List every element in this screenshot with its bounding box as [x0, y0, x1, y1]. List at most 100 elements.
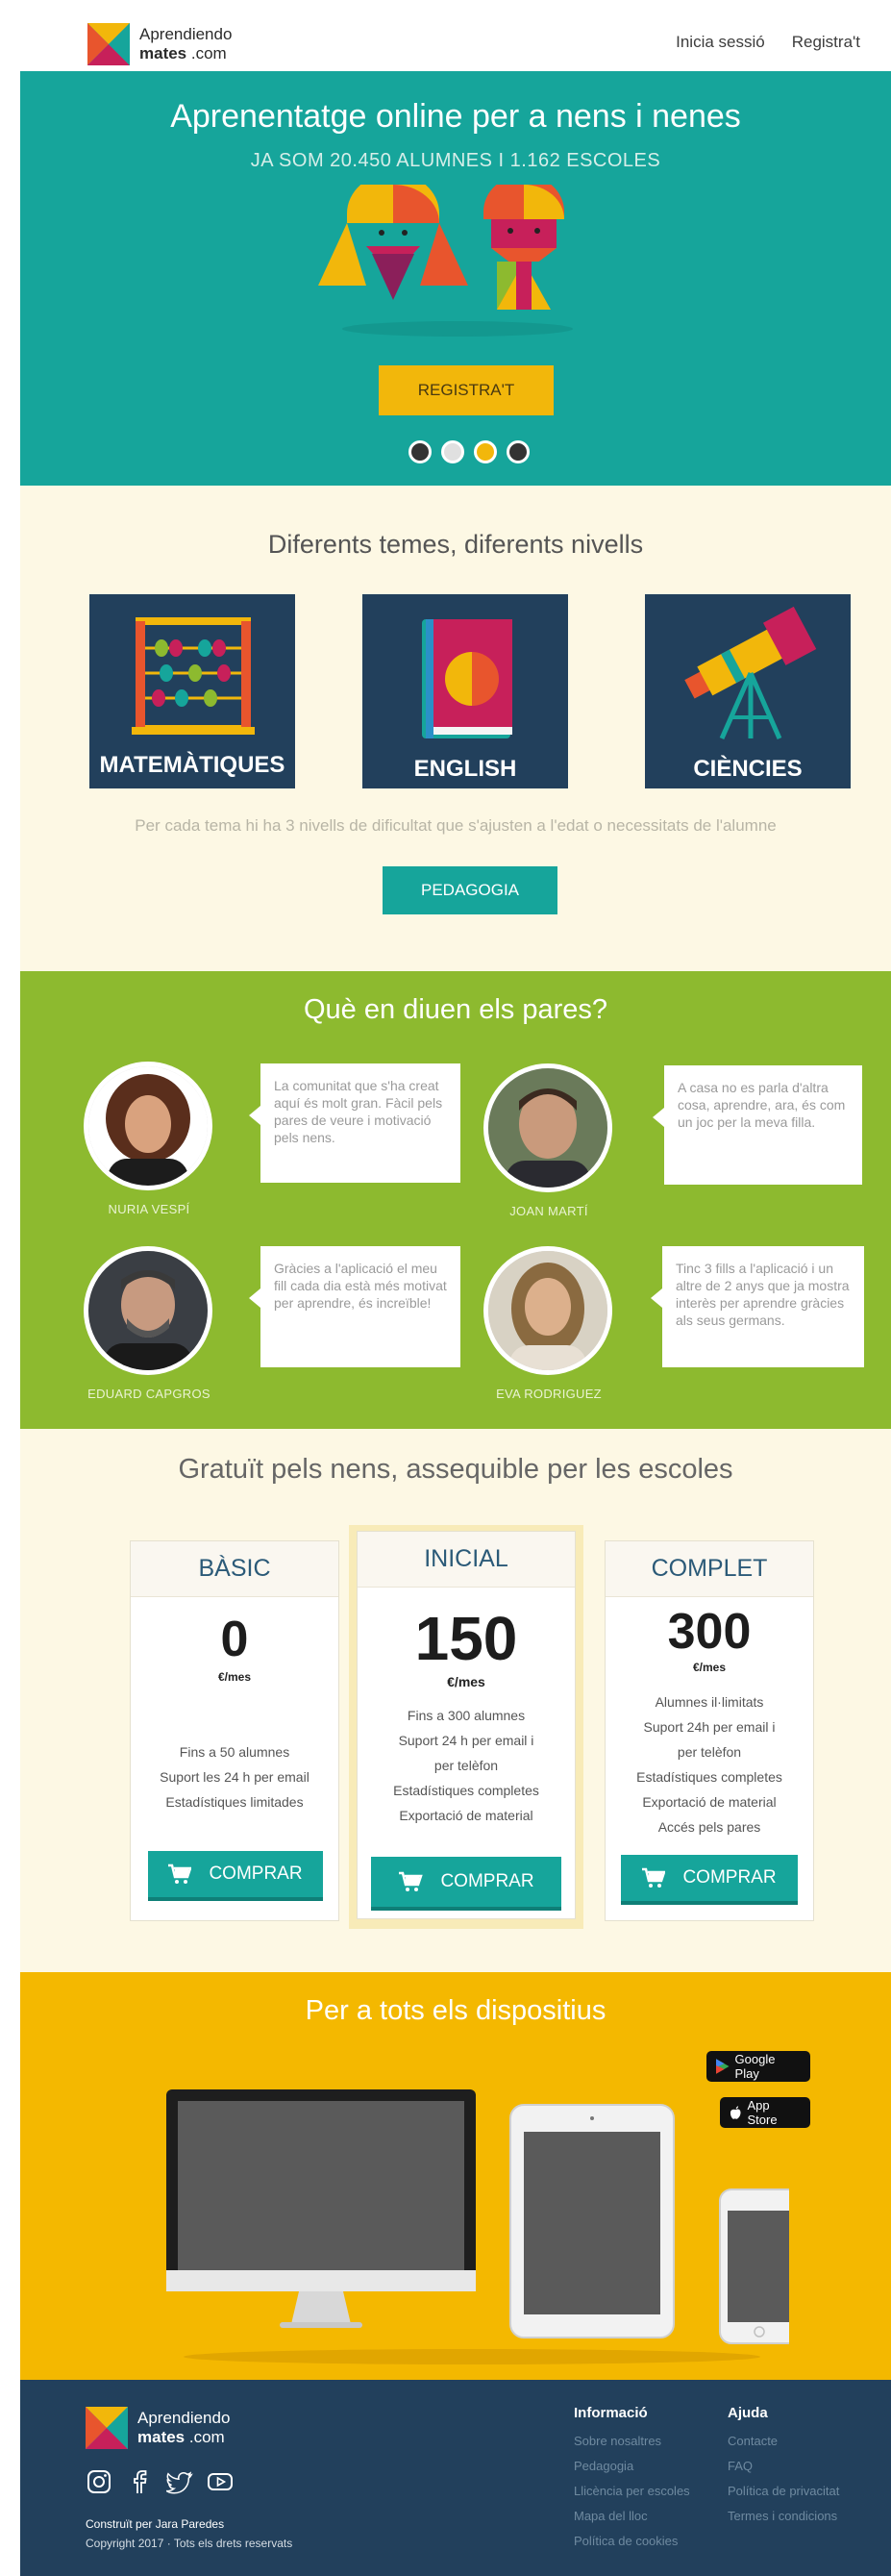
- plan-feature: Estadístiques completes: [393, 1783, 539, 1798]
- telescope-icon: [684, 606, 817, 740]
- plan-price-initial: 150: [414, 1604, 518, 1673]
- carousel-dot-3[interactable]: [474, 440, 497, 463]
- buy-button-complete[interactable]: COMPRAR: [621, 1855, 798, 1905]
- plan-feature: Alumnes il·limitats: [655, 1694, 764, 1710]
- topic-label-science: CIÈNCIES: [693, 756, 803, 782]
- parent-name-3: EDUARD CAPGROS: [87, 1387, 210, 1401]
- social-links: [86, 2468, 234, 2495]
- footer-link-cookies[interactable]: Política de cookies: [574, 2529, 690, 2554]
- plan-name-basic: BÀSIC: [198, 1555, 271, 1582]
- plan-feature: Estadístiques completes: [636, 1769, 782, 1785]
- plan-price-basic: 0: [220, 1612, 249, 1667]
- footer-logo-text: Aprendiendo mates .com: [137, 2409, 230, 2447]
- person-photo-icon: [88, 1066, 208, 1186]
- testimonial-bubble-3: Gràcies a l'aplicació el meu fill cada d…: [249, 1246, 460, 1367]
- plan-card-initial: INICIAL 150 €/mes Fins a 300 alumnes Sup…: [357, 1531, 576, 1919]
- youtube-icon[interactable]: [207, 2468, 234, 2495]
- top-nav: Inicia sessió Registra't: [676, 33, 860, 52]
- topics-title: Diferents temes, diferents nivells: [267, 530, 644, 559]
- plan-feature: Accés pels pares: [657, 1819, 761, 1835]
- plan-unit-basic: €/mes: [217, 1670, 252, 1684]
- plan-features-initial: Fins a 300 alumnes Suport 24 h per email…: [358, 1703, 575, 1828]
- plan-feature: Exportació de material: [399, 1808, 533, 1823]
- footer-link-terms[interactable]: Termes i condicions: [728, 2504, 839, 2529]
- topics-section: Diferents temes, diferents nivells MATEM…: [20, 486, 891, 971]
- facebook-icon[interactable]: [126, 2468, 153, 2495]
- buy-button-basic[interactable]: COMPRAR: [148, 1851, 323, 1901]
- plan-features-basic: Fins a 50 alumnes Suport les 24 h per em…: [131, 1739, 338, 1814]
- instagram-icon[interactable]: [86, 2468, 112, 2495]
- site-logo[interactable]: Aprendiendo mates .com: [87, 23, 232, 65]
- hero-subtitle: JA SOM 20.450 ALUMNES I 1.162 ESCOLES: [250, 150, 661, 171]
- brand-line1: Aprendiendo: [139, 25, 233, 43]
- google-play-icon: [716, 2059, 730, 2074]
- topic-card-maths[interactable]: MATEMÀTIQUES: [89, 594, 295, 788]
- footer-link-faq[interactable]: FAQ: [728, 2454, 839, 2479]
- footer-link-school-license[interactable]: Llicència per escoles: [574, 2479, 690, 2504]
- testimonial-bubble-4: Tinc 3 fills a l'aplicació i un altre de…: [651, 1246, 864, 1367]
- avatar-eva: [483, 1246, 612, 1375]
- avatar-eduard: [84, 1246, 212, 1375]
- topics-description: Per cada tema hi ha 3 nivells de dificul…: [135, 816, 777, 835]
- brand-bold: mates: [139, 44, 187, 63]
- testimonials-section: Què en diuen els pares? NURIA VESPÍ La c…: [20, 971, 891, 1429]
- testimonial-bubble-2: A casa no es parla d'altra cosa, aprendr…: [653, 1065, 862, 1185]
- testimonial-bubble-1: La comunitat que s'ha creat aquí és molt…: [249, 1063, 460, 1183]
- footer-link-privacy[interactable]: Política de privacitat: [728, 2479, 839, 2504]
- person-photo-icon: [88, 1251, 208, 1370]
- plan-name-complete: COMPLET: [651, 1555, 768, 1582]
- footer-link-about[interactable]: Sobre nosaltres: [574, 2429, 690, 2454]
- header: Aprendiendo mates .com Inicia sessió Reg…: [20, 0, 891, 71]
- plan-features-complete: Alumnes il·limitats Suport 24h per email…: [606, 1689, 813, 1839]
- footer-help-column: Ajuda Contacte FAQ Política de privacita…: [728, 2405, 839, 2529]
- carousel-dots: [408, 440, 530, 463]
- devices-illustration-icon: [166, 2089, 789, 2364]
- plan-feature: Suport 24h per email i: [643, 1719, 776, 1735]
- footer-brand-line1: Aprendiendo: [137, 2409, 231, 2427]
- topic-card-science[interactable]: CIÈNCIES: [645, 594, 851, 788]
- buy-label: COMPRAR: [209, 1863, 303, 1884]
- cart-icon: [642, 1867, 666, 1888]
- kids-illustration-icon: [318, 185, 573, 337]
- avatar-nuria: [84, 1062, 212, 1190]
- twitter-icon[interactable]: [165, 2468, 193, 2495]
- plan-feature: Exportació de material: [642, 1794, 777, 1810]
- plan-name-initial: INICIAL: [424, 1545, 508, 1572]
- plan-feature: Fins a 50 alumnes: [179, 1744, 290, 1760]
- carousel-dot-4[interactable]: [507, 440, 530, 463]
- plan-feature: Suport les 24 h per email: [160, 1769, 309, 1785]
- person-photo-icon: [488, 1251, 607, 1370]
- plan-card-basic: BÀSIC 0 €/mes Fins a 50 alumnes Suport l…: [130, 1540, 339, 1921]
- carousel-dot-2[interactable]: [441, 440, 464, 463]
- logo-icon: [87, 23, 130, 65]
- logo-text: Aprendiendo mates .com: [139, 25, 232, 63]
- logo-icon: [86, 2407, 128, 2449]
- topic-label-maths: MATEMÀTIQUES: [99, 752, 285, 778]
- plan-card-complete: COMPLET 300 €/mes Alumnes il·limitats Su…: [605, 1540, 814, 1921]
- google-play-label: Google Play: [734, 2052, 776, 2081]
- buy-label: COMPRAR: [682, 1867, 777, 1888]
- devices-section: Per a tots els dispositius Google Play A…: [20, 1972, 891, 2380]
- plan-feature: Suport 24 h per email i: [398, 1733, 534, 1748]
- footer-copyright: Copyright 2017 · Tots els drets reservat…: [86, 2537, 293, 2550]
- footer-link-sitemap[interactable]: Mapa del lloc: [574, 2504, 690, 2529]
- topic-card-english[interactable]: ENGLISH: [362, 594, 568, 788]
- register-link[interactable]: Registra't: [792, 33, 860, 52]
- login-link[interactable]: Inicia sessió: [676, 33, 765, 52]
- plan-unit-initial: €/mes: [447, 1674, 485, 1689]
- hero-section: Aprenentatge online per a nens i nenes J…: [20, 71, 891, 486]
- footer-link-contact[interactable]: Contacte: [728, 2429, 839, 2454]
- devices-title: Per a tots els dispositius: [305, 1995, 606, 2026]
- carousel-dot-1[interactable]: [408, 440, 432, 463]
- person-photo-icon: [488, 1068, 607, 1188]
- footer-info-title: Informació: [574, 2405, 648, 2421]
- pedagogy-button[interactable]: PEDAGOGIA: [383, 866, 557, 914]
- parent-name-4: EVA RODRIGUEZ: [496, 1387, 602, 1401]
- plan-feature: per telèfon: [677, 1744, 742, 1760]
- buy-button-initial[interactable]: COMPRAR: [371, 1857, 561, 1911]
- plan-feature: Fins a 300 alumnes: [407, 1708, 526, 1723]
- register-button[interactable]: REGISTRA'T: [379, 365, 554, 415]
- buy-label: COMPRAR: [440, 1871, 534, 1891]
- footer-logo[interactable]: Aprendiendo mates .com: [86, 2407, 230, 2449]
- footer-link-pedagogy[interactable]: Pedagogia: [574, 2454, 690, 2479]
